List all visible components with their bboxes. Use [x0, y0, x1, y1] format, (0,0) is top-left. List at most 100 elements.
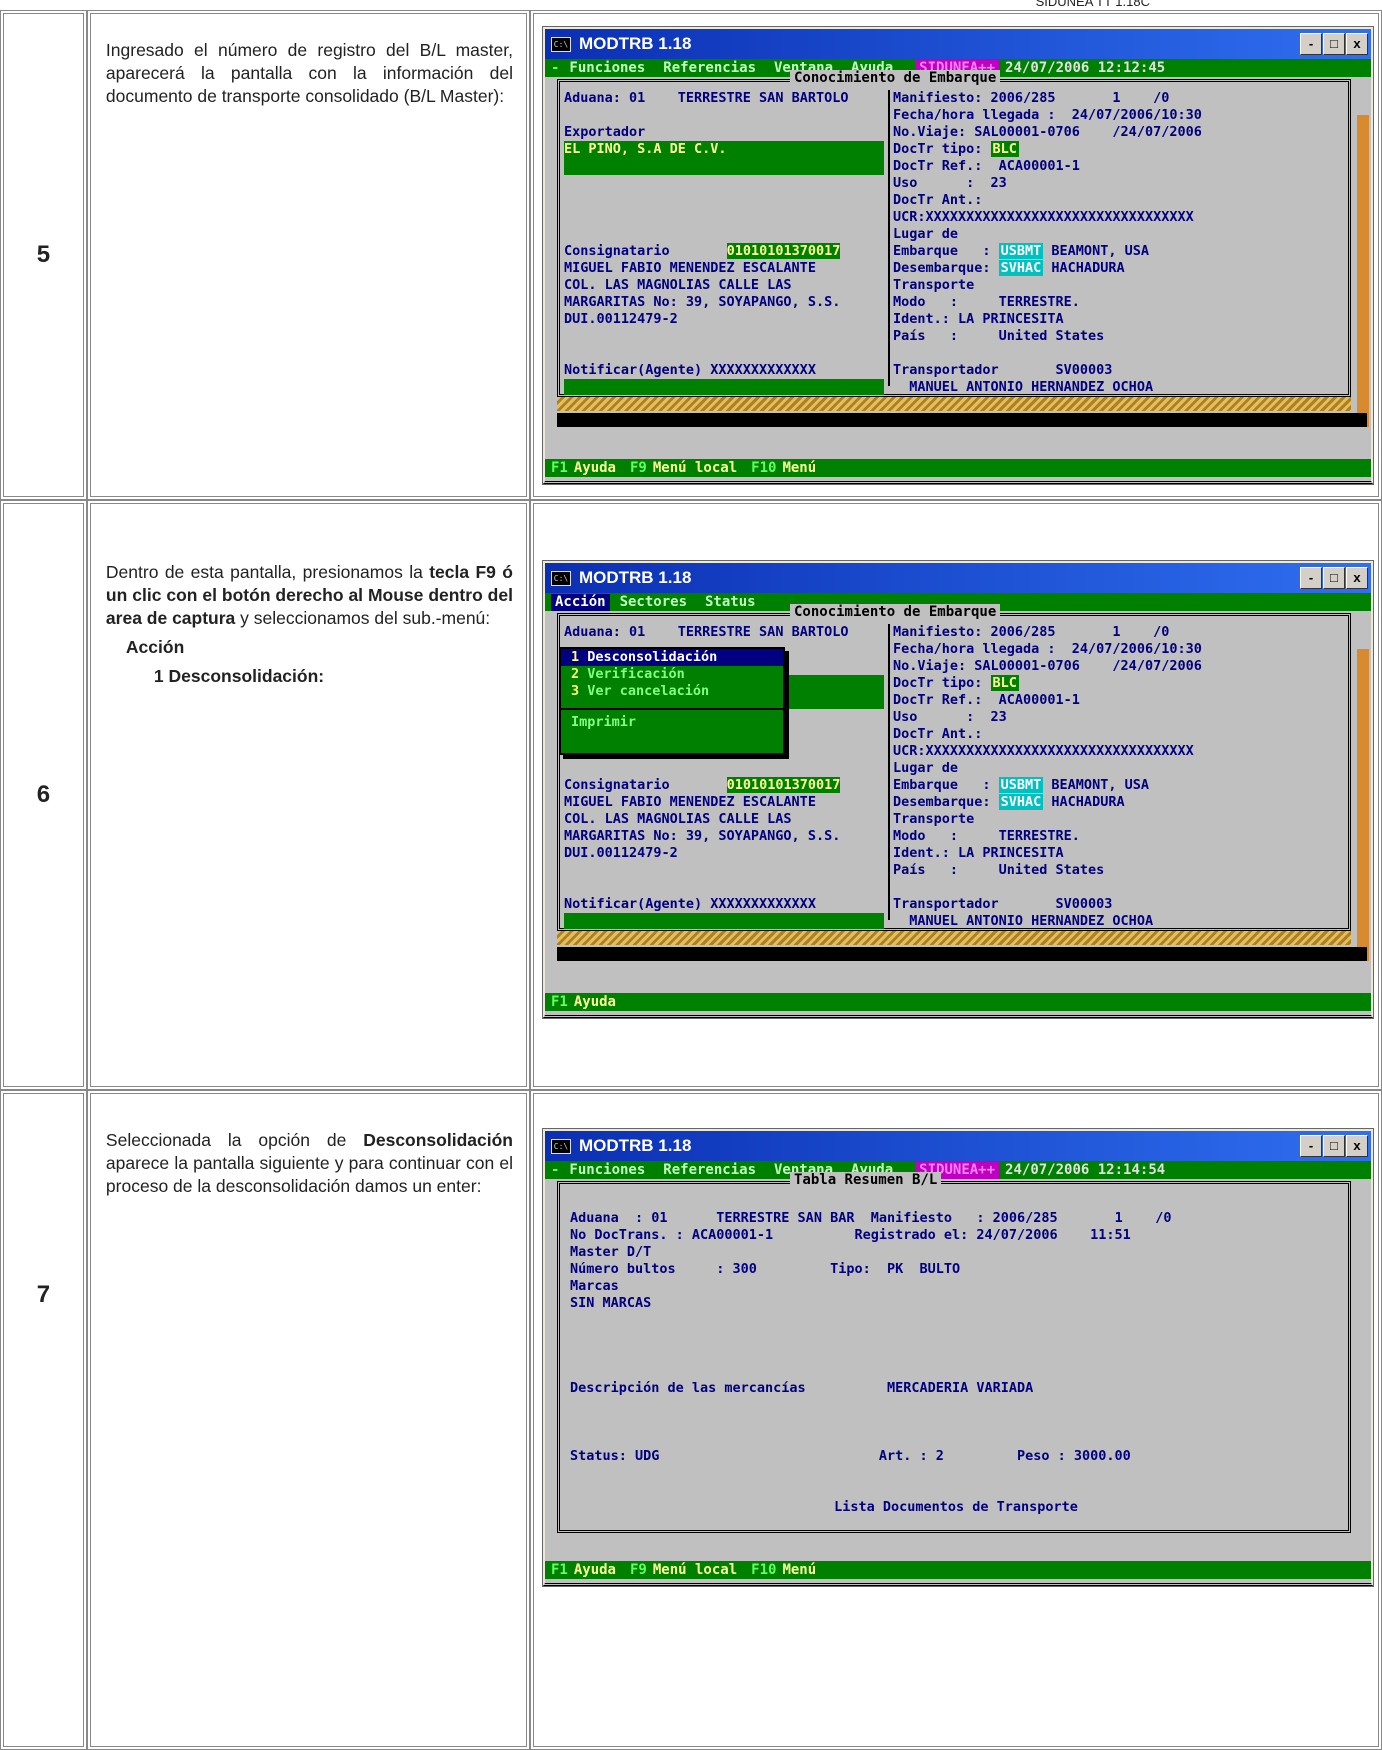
fkey-f9[interactable]: F9 [630, 460, 647, 477]
menu-funciones[interactable]: Funciones [569, 60, 645, 77]
t3-lista[interactable]: Lista Documentos de Transporte [570, 1499, 1342, 1516]
maximize-button[interactable]: □ [1322, 1135, 1345, 1157]
step-text: Dentro de esta pantalla, presionamos la … [86, 500, 530, 1090]
notificar-field: Notificar(Agente) XXXXXXXXXXXXX [563, 896, 816, 912]
form-frame: Tabla Resumen B/L Aduana : 01 TERRESTRE … [556, 1172, 1351, 1533]
lugar-de: Lugar de [892, 226, 959, 242]
ucr: UCR:XXXXXXXXXXXXXXXXXXXXXXXXXXXXXXXXX [892, 209, 1194, 225]
dos-window: C:\ MODTRB 1.18 - □ x Acción Sectores St… [542, 561, 1373, 1018]
scrollbar[interactable] [1356, 649, 1369, 961]
embarque-value: BEAMONT, USA [1043, 777, 1149, 793]
doctr-tipo-value[interactable]: BLC [990, 675, 1019, 691]
menu-item-imprimir[interactable]: Imprimir [561, 714, 783, 731]
fkey-f10[interactable]: F10 [751, 1562, 776, 1579]
step-number: 5 [0, 10, 87, 500]
step-text: Seleccionada la opción de Desconsolidaci… [86, 1090, 530, 1750]
fkey-f9-label: Menú local [652, 459, 738, 476]
close-button[interactable]: x [1345, 1135, 1368, 1157]
fkey-f1-label: Ayuda [573, 1561, 616, 1578]
maximize-button[interactable]: □ [1322, 33, 1345, 55]
screenshot-cell: C:\ MODTRB 1.18 - □ x Acción Sectores St… [529, 500, 1382, 1090]
menu-referencias[interactable]: Referencias [663, 60, 756, 77]
menu-referencias[interactable]: Referencias [663, 1162, 756, 1179]
right-pane: Manifiesto: 2006/285 1 /0 Fecha/hora lle… [887, 90, 1263, 395]
hatch-bar [556, 931, 1351, 945]
fecha-llegada: Fecha/hora llegada : 24/07/2006/10:30 [892, 641, 1202, 657]
window-title: MODTRB 1.18 [578, 1136, 692, 1155]
menu-item-ver-cancelacion[interactable]: 3 Ver cancelación [561, 683, 783, 700]
submenu-label: Acción [125, 637, 185, 657]
datetime: 24/07/2006 12:14:54 [1005, 1161, 1166, 1178]
scrollbar[interactable] [1356, 115, 1369, 427]
transportador-name: MANUEL ANTONIO HERNANDEZ OCHOA [892, 379, 1154, 395]
consignatario-id[interactable]: 01010101370017 [726, 777, 841, 793]
menu-item-verificacion[interactable]: 2 Verificación [561, 666, 783, 683]
frame-title: Conocimiento de Embarque [789, 70, 1001, 87]
step-number: 6 [0, 500, 87, 1090]
desembarque-code[interactable]: SVHAC [998, 794, 1044, 810]
title-bar: C:\ MODTRB 1.18 - □ x [544, 563, 1371, 593]
modo: Modo : TERRESTRE. [892, 828, 1080, 844]
close-button[interactable]: x [1345, 567, 1368, 589]
step-row-6: 6 Dentro de esta pantalla, presionamos l… [0, 500, 1382, 1090]
step-description: Seleccionada la opción de Desconsolidaci… [105, 1130, 513, 1196]
t3-descripcion: Descripción de las mercancías MERCADERIA… [569, 1380, 1034, 1396]
uso: Uso : 23 [892, 175, 1007, 191]
menu-bar: - Funciones Referencias Ventana Ayuda SI… [544, 1161, 1371, 1179]
minimize-button[interactable]: - [1299, 567, 1322, 589]
function-keys-bar: F1 Ayuda F9 Menú local F10 Menú [544, 1561, 1371, 1579]
console-screen: - Funciones Referencias Ventana Ayuda SI… [544, 59, 1371, 477]
notificar-input[interactable] [563, 913, 884, 929]
fkey-f1-label: Ayuda [573, 993, 616, 1010]
menu-sectores[interactable]: Sectores [620, 594, 687, 611]
menu-item-desconsolidacion[interactable]: 1 Desconsolidación [560, 649, 783, 666]
embarque-label: Embarque : [892, 777, 999, 793]
fkey-f1[interactable]: F1 [551, 460, 568, 477]
fkey-f1[interactable]: F1 [551, 994, 568, 1011]
consignatario-id[interactable]: 01010101370017 [726, 243, 841, 259]
fkey-f10[interactable]: F10 [751, 460, 776, 477]
manifiesto: Manifiesto: 2006/285 1 /0 [892, 624, 1170, 640]
doctr-ant: DocTr Ant.: [892, 726, 983, 742]
lugar-de: Lugar de [892, 760, 959, 776]
dos-window: C:\ MODTRB 1.18 - □ x - Funciones Refere… [542, 1129, 1373, 1586]
embarque-code[interactable]: USBMT [998, 243, 1044, 259]
doctr-ref: DocTr Ref.: ACA00001-1 [892, 692, 1080, 708]
hatch-bar [556, 397, 1351, 411]
step-number: 7 [0, 1090, 87, 1750]
menu-accion[interactable]: Acción [550, 593, 610, 611]
submenu-option: 1 Desconsolidación: [153, 666, 325, 686]
minimize-button[interactable]: - [1299, 33, 1322, 55]
minimize-button[interactable]: - [1299, 1135, 1322, 1157]
desembarque-code[interactable]: SVHAC [998, 260, 1044, 276]
pais: País : United States [892, 862, 1105, 878]
menu-funciones[interactable]: Funciones [569, 1162, 645, 1179]
close-button[interactable]: x [1345, 33, 1368, 55]
window-title: MODTRB 1.18 [578, 568, 692, 587]
step-description: Ingresado el número de registro del B/L … [105, 40, 513, 106]
notificar-input[interactable] [563, 379, 884, 395]
menu-status[interactable]: Status [705, 594, 756, 611]
t3-bultos: Número bultos : 300 Tipo: PK BULTO [569, 1261, 961, 1277]
fkey-f1[interactable]: F1 [551, 1562, 568, 1579]
maximize-button[interactable]: □ [1322, 567, 1345, 589]
doctr-tipo-value[interactable]: BLC [990, 141, 1019, 157]
doctr-ref: DocTr Ref.: ACA00001-1 [892, 158, 1080, 174]
screenshot-cell: C:\ MODTRB 1.18 - □ x - Funciones Refere… [529, 1090, 1382, 1750]
console-screen: - Funciones Referencias Ventana Ayuda SI… [544, 1161, 1371, 1579]
step-row-5: 5 Ingresado el número de registro del B/… [0, 10, 1382, 500]
consignatario-line: DUI.00112479-2 [563, 311, 678, 327]
document-code: SIDUNEA TT 1.18C [1035, 0, 1150, 9]
console-screen: Acción Sectores Status 1 Desconsolidació… [544, 593, 1371, 1011]
embarque-code[interactable]: USBMT [998, 777, 1044, 793]
manifiesto: Manifiesto: 2006/285 1 /0 [892, 90, 1170, 106]
transporte: Transporte [892, 811, 975, 827]
fkey-f9[interactable]: F9 [630, 1562, 647, 1579]
exportador-field[interactable]: EL PINO, S.A DE C.V. [563, 141, 884, 175]
pais: País : United States [892, 328, 1105, 344]
console-icon: C:\ [550, 570, 571, 586]
console-icon: C:\ [550, 1138, 571, 1154]
t3-status: Status: UDG Art. : 2 Peso : 3000.00 [569, 1448, 1131, 1464]
fkey-f9-label: Menú local [652, 1561, 738, 1578]
step-text: Ingresado el número de registro del B/L … [86, 10, 530, 500]
